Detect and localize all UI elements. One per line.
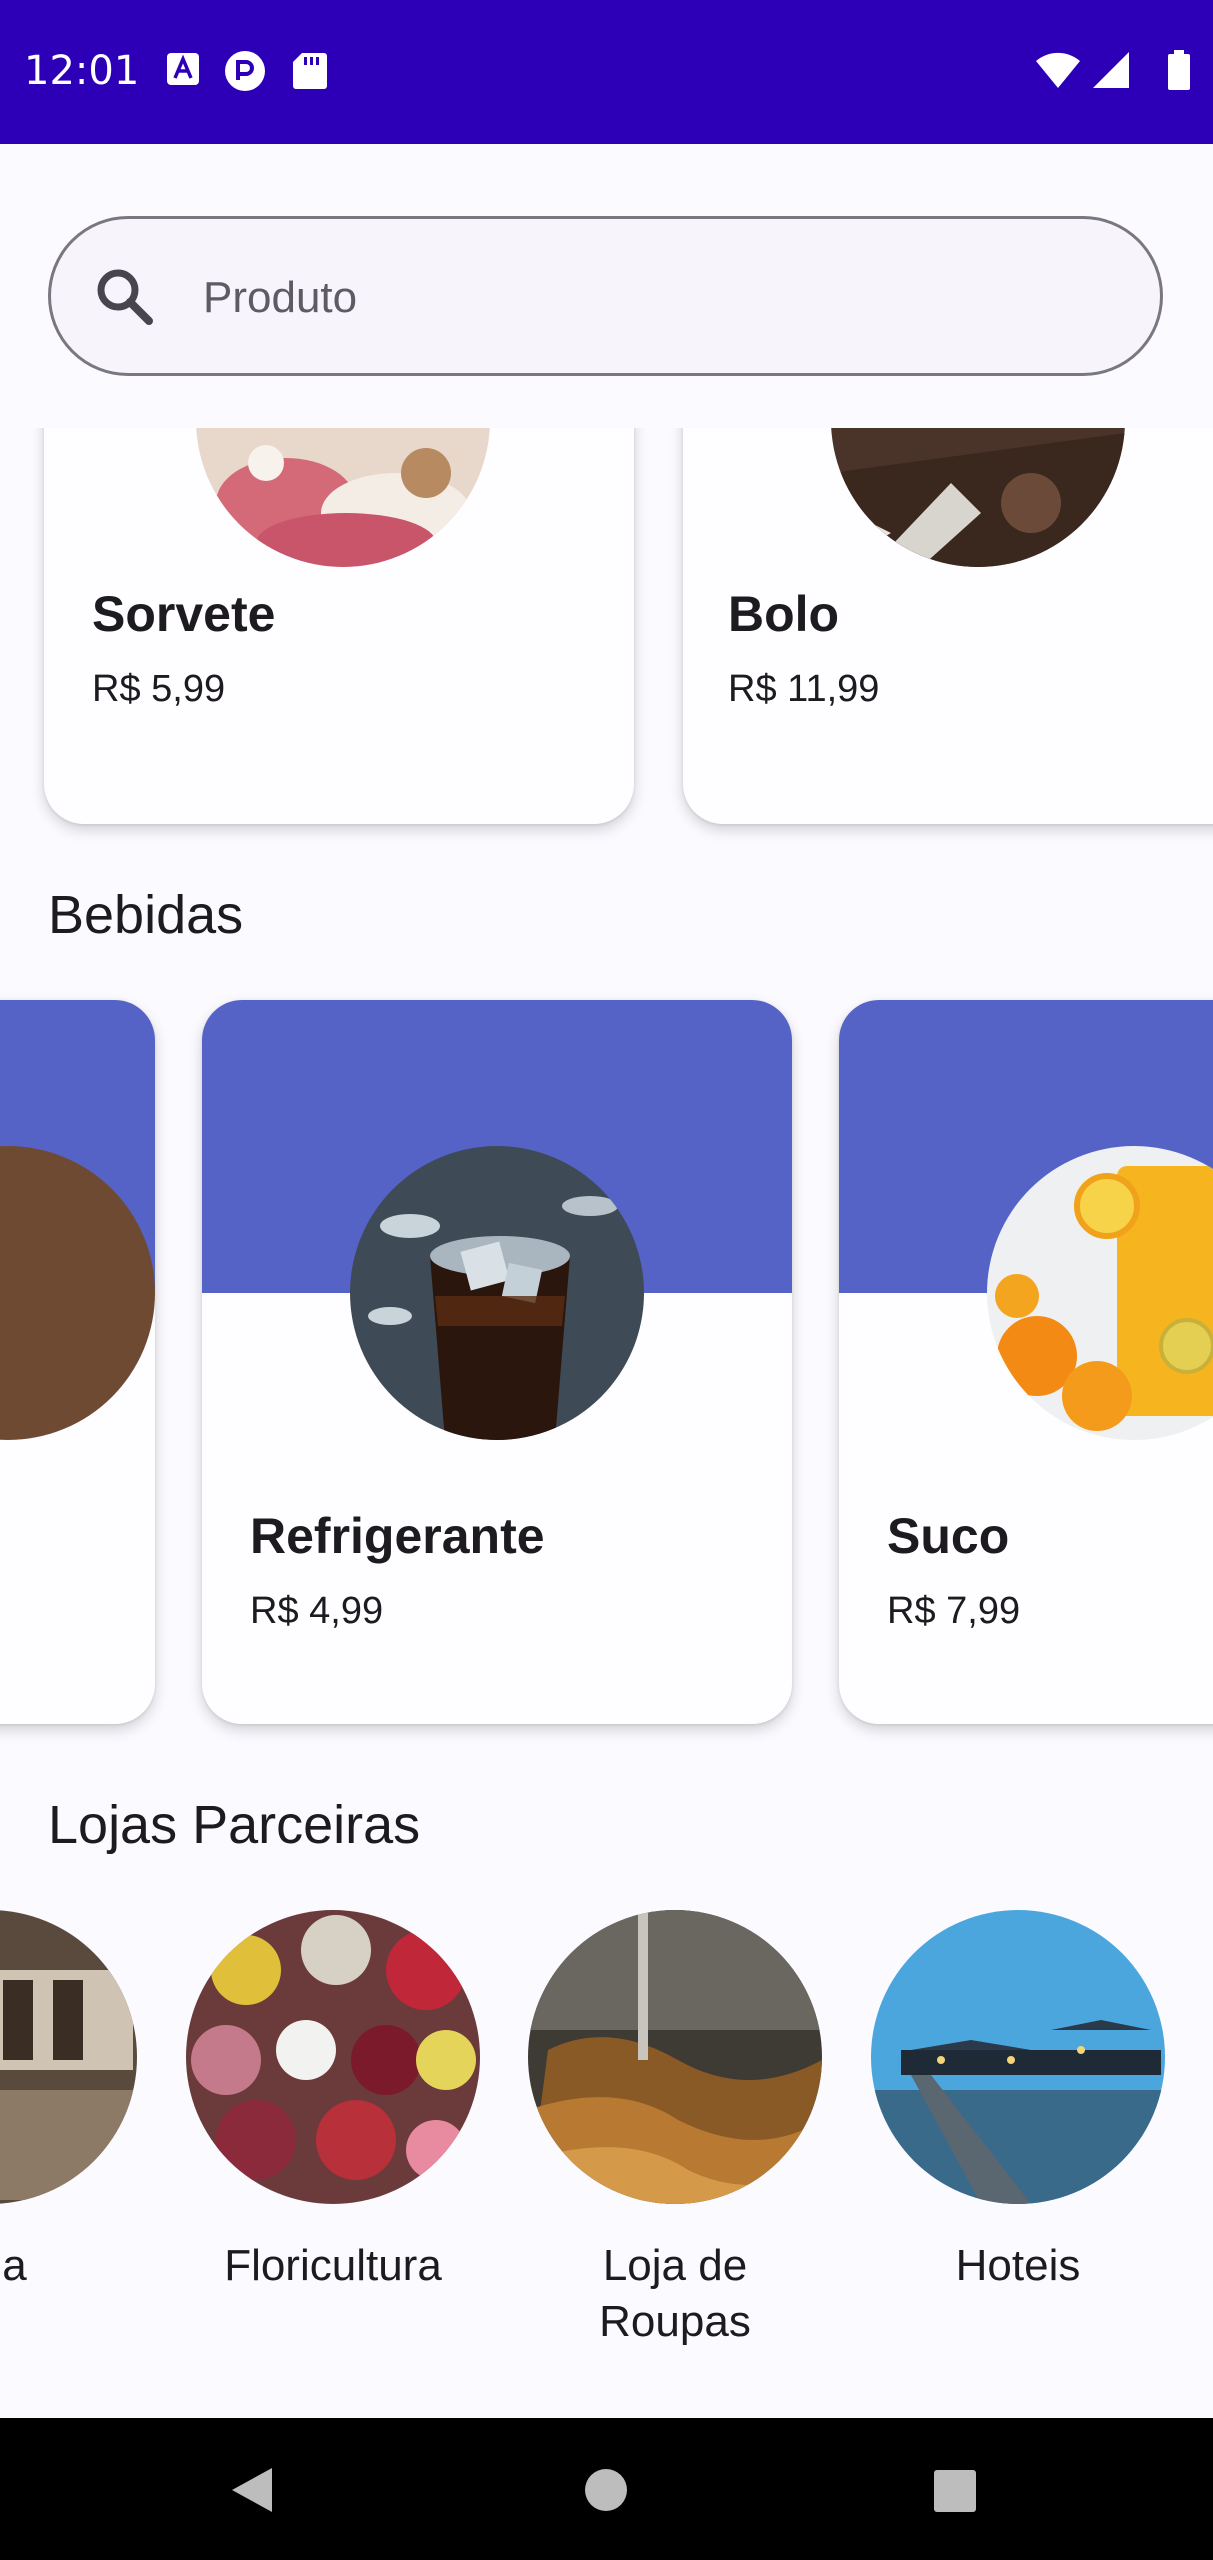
product-card-suco[interactable]: Suco R$ 7,99 [839,1000,1213,1724]
loja-de-roupas-image [528,1910,822,2204]
section-title-bebidas: Bebidas [48,885,244,945]
hoteis-image [871,1910,1165,2204]
recents-icon[interactable] [934,2470,976,2512]
store-item-hoteis[interactable]: Hoteis [868,1910,1168,2360]
product-name: Refrigerante [250,1508,545,1564]
refrigerante-image [350,1146,644,1440]
status-bar: 12:01 [0,0,1213,144]
product-card-sorvete[interactable]: Sorvete R$ 5,99 [44,428,634,824]
store-item[interactable]: aria [0,1910,140,2360]
sd-card-icon [293,53,327,89]
product-name: Sorvete [92,586,276,642]
store-label: Hoteis [955,2241,1081,2290]
drinks-list[interactable]: Refrigerante R$ 4,99 Suco R$ 7,99 [0,990,1213,1750]
product-card-partial[interactable] [0,1000,155,1724]
product-price: R$ 11,99 [728,668,880,710]
status-time: 12:01 [24,48,140,94]
store-label: aria [0,2241,27,2290]
store-item-floricultura[interactable]: Floricultura [183,1910,483,2360]
search-icon[interactable] [89,261,159,331]
home-icon[interactable] [584,2468,628,2512]
stores-list[interactable]: aria Floricultura [0,1900,1213,2360]
product-price: R$ 7,99 [887,1590,1021,1632]
store-item-loja-de-roupas[interactable]: Loja de Roupas [525,1910,825,2360]
battery-icon [1168,50,1190,90]
search-bar[interactable] [48,216,1163,376]
floricultura-image [186,1910,480,2204]
sorvete-image [196,428,490,567]
store-label: Floricultura [224,2241,442,2290]
section-title-lojas-parceiras: Lojas Parceiras [48,1795,421,1855]
product-price: R$ 4,99 [250,1590,384,1632]
product-card-bolo[interactable]: Bolo R$ 11,99 [683,428,1213,824]
p-notification-icon [225,51,265,91]
dessert-list[interactable]: Sorvete R$ 5,99 Bolo R$ 11,99 [0,428,1213,848]
a-notification-icon [167,53,199,85]
system-navigation-bar [0,2418,1213,2560]
wifi-icon [1036,52,1080,88]
store-label: Loja de Roupas [599,2241,751,2346]
cellular-signal-icon [1093,52,1129,88]
product-name: Bolo [728,586,840,642]
search-input[interactable] [201,259,1105,337]
bolo-image [831,428,1125,567]
product-price: R$ 5,99 [92,668,226,710]
product-name: Suco [887,1508,1010,1564]
store-image [0,1910,137,2204]
back-icon[interactable] [230,2466,274,2514]
product-card-refrigerante[interactable]: Refrigerante R$ 4,99 [202,1000,792,1724]
